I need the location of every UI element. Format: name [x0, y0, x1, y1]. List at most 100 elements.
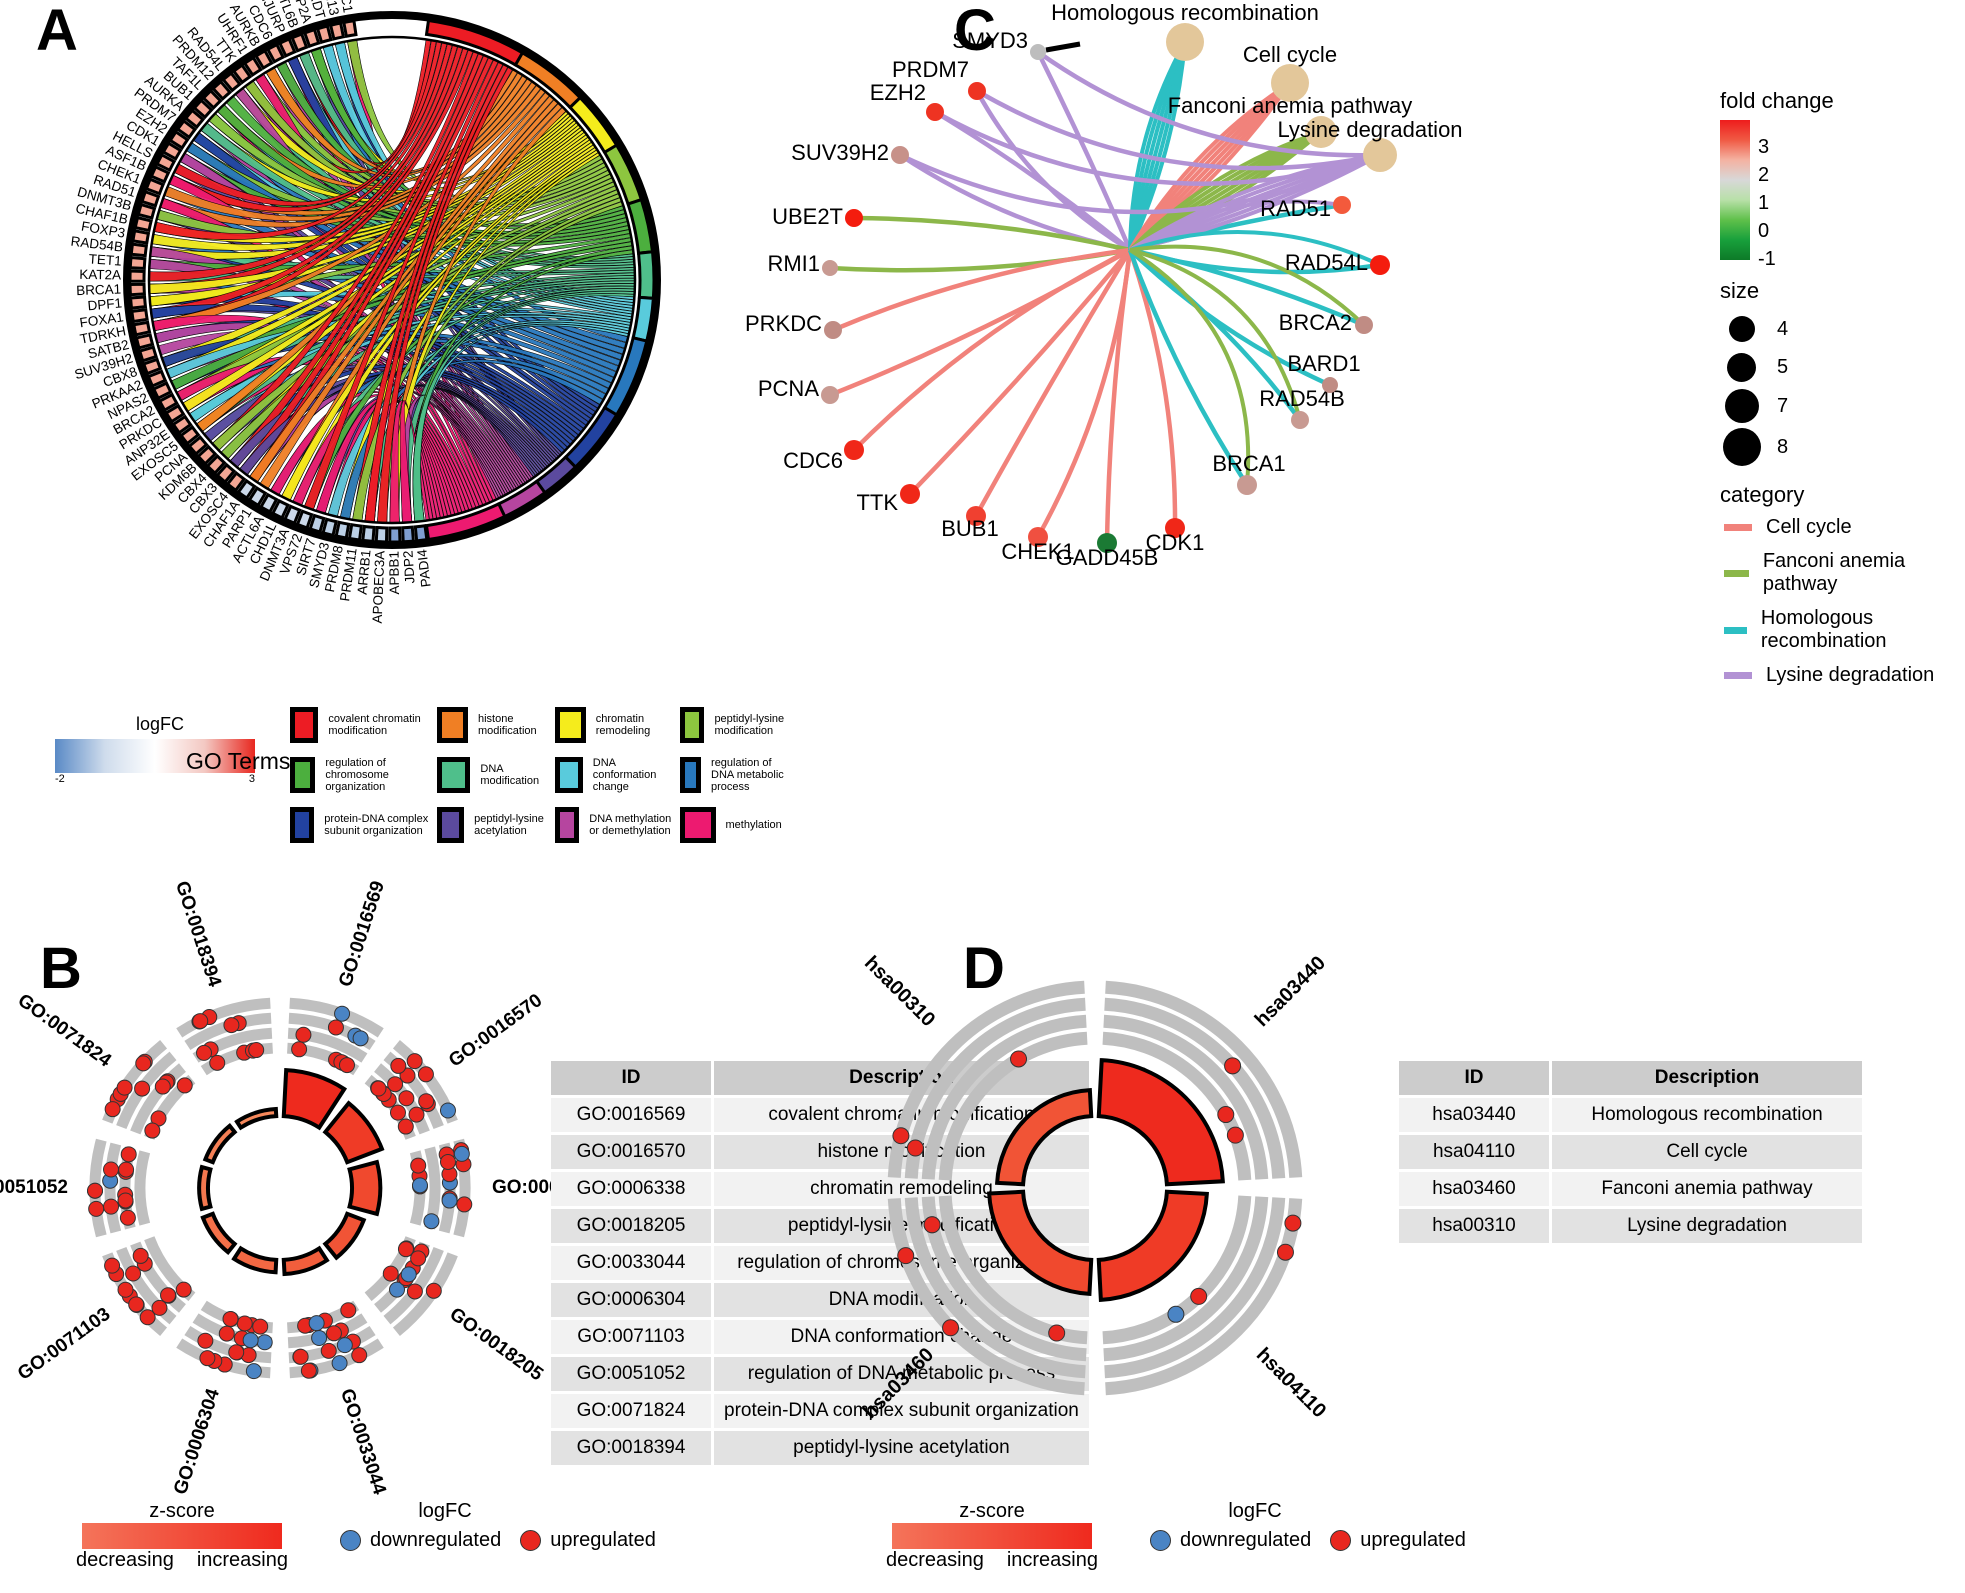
gene-node[interactable] [1237, 475, 1257, 495]
zscore-segment [202, 1123, 238, 1165]
category-legend-items: Cell cycle Fanconi anemia pathway Homolo… [1720, 516, 1960, 687]
logfc-legend-title: logFC [418, 1500, 472, 1522]
gene-logfc-block [128, 269, 146, 283]
upregulated-point [906, 1139, 924, 1157]
upregulated-point [370, 1080, 387, 1097]
go-legend-label: DNA methylation or demethylation [589, 813, 672, 837]
ring-label: GO:0016570 [445, 990, 546, 1072]
gene-logfc-block [374, 525, 389, 544]
downregulated-point [308, 1315, 325, 1332]
gene-node[interactable] [821, 386, 839, 404]
network-edge [829, 247, 1131, 273]
chord-diagram: APOBEC1PRDM13BRDTTOP2AACTL6BHJURPCDC6AUR… [70, 0, 661, 624]
upregulated-point [154, 1078, 171, 1095]
gene-logfc-block [342, 19, 358, 38]
go-legend-item: chromatin remodeling [555, 707, 679, 743]
zscore-legend: z-score decreasing increasing [76, 1500, 288, 1572]
upregulated-point [389, 1104, 406, 1121]
go-color-swatch [437, 707, 468, 743]
ring-label: GO:0018205 [446, 1304, 548, 1386]
gene-node[interactable] [822, 260, 838, 276]
gene-node[interactable] [824, 321, 842, 339]
zscore-segment [281, 1245, 330, 1277]
upregulated-point [897, 1247, 915, 1265]
network-edge [1127, 249, 1178, 529]
zscore-gradient-bar [892, 1523, 1092, 1549]
gene-node[interactable] [891, 146, 909, 164]
size-value: 7 [1777, 394, 1789, 417]
gene-node[interactable] [1370, 255, 1390, 275]
gene-node[interactable] [1291, 411, 1309, 429]
go-color-swatch [290, 707, 319, 743]
pathway-node[interactable] [1166, 23, 1204, 61]
gene-node[interactable] [1355, 316, 1373, 334]
gene-node-label: GADD45B [1056, 545, 1159, 570]
zscore-segment [987, 1189, 1094, 1296]
gene-node[interactable] [926, 103, 944, 121]
foldchange-tick: -1 [1758, 248, 1776, 270]
gene-node[interactable] [845, 209, 863, 227]
category-label: Homologous recombination [1760, 607, 1887, 652]
ring-label: GO:0018394 [171, 878, 225, 989]
size-legend-items: 4 5 7 8 [1720, 310, 1960, 468]
ring-label: hsa03440 [1251, 952, 1330, 1031]
go-legend-item: peptidyl-lysine acetylation [437, 807, 555, 843]
pathway-node[interactable] [1363, 138, 1397, 172]
zscore-low-label: decreasing [886, 1549, 984, 1571]
go-legend-item: peptidyl-lysine modification [679, 707, 791, 743]
upregulated-point [197, 1332, 214, 1349]
upregulated-label: upregulated [550, 1529, 656, 1551]
upregulated-point [1048, 1324, 1066, 1342]
upregulated-point [103, 1161, 120, 1178]
downregulated-point [256, 1334, 273, 1351]
gene-node-label: RAD51 [1260, 196, 1331, 221]
upregulated-label: upregulated [1360, 1529, 1466, 1551]
gene-node-label: BARD1 [1287, 351, 1360, 376]
table-row: hsa03440 Homologous recombination [1399, 1098, 1862, 1132]
circle-plot: GO:0016569GO:0016570GO:0006338GO:0018205… [0, 878, 602, 1497]
downregulated-point [242, 1332, 259, 1349]
gene-node[interactable] [1333, 196, 1351, 214]
downregulated-point [423, 1213, 440, 1230]
upregulated-point [119, 1209, 136, 1226]
upregulated-point [291, 1041, 308, 1058]
upregulated-point [132, 1247, 149, 1264]
foldchange-gradient-bar [1720, 120, 1750, 260]
gene-label: APBB1 [387, 551, 402, 595]
gene-node-label: TTK [856, 490, 898, 515]
gene-logfc-block [134, 333, 155, 350]
go-legend-label: DNA modification [480, 763, 540, 787]
ring-label: GO:0033044 [336, 1386, 390, 1497]
upregulated-point [1224, 1057, 1242, 1075]
go-color-swatch [679, 807, 716, 843]
upregulated-point [103, 1198, 120, 1215]
upregulated-point [223, 1017, 240, 1034]
category-color-line [1724, 626, 1747, 634]
zscore-segment [234, 1106, 279, 1131]
gene-logfc-block [129, 242, 149, 258]
category-legend-title: category [1720, 482, 1805, 507]
gene-node[interactable] [1030, 44, 1046, 60]
panel-d-table: ID Description hsa03440 Homologous recomb… [1396, 1058, 1865, 1246]
gene-node[interactable] [1322, 377, 1338, 393]
zscore-legend-title: z-score [149, 1500, 215, 1522]
gene-node[interactable] [900, 484, 920, 504]
category-label: Fanconi anemia pathway [1762, 550, 1906, 595]
upregulated-point [456, 1196, 473, 1213]
gene-label: PADI4 [414, 548, 433, 588]
cell-id: hsa00310 [1399, 1209, 1549, 1243]
cell-id: hsa04110 [1399, 1135, 1549, 1169]
upregulated-point [923, 1216, 941, 1234]
gene-logfc-block [328, 21, 346, 41]
go-legend-label: peptidyl-lysine modification [714, 713, 785, 737]
gene-node[interactable] [968, 82, 986, 100]
cell-description: Lysine degradation [1552, 1209, 1862, 1243]
cell-description: Fanconi anemia pathway [1552, 1172, 1862, 1206]
upregulated-point [292, 1348, 309, 1365]
upregulated-point [397, 1241, 414, 1258]
gene-node[interactable] [844, 440, 864, 460]
gene-logfc-block [321, 517, 338, 538]
cell-id: GO:0006338 [551, 1172, 711, 1206]
upregulated-point [1217, 1106, 1235, 1124]
go-legend-item: regulation of DNA metabolic process [679, 757, 791, 793]
